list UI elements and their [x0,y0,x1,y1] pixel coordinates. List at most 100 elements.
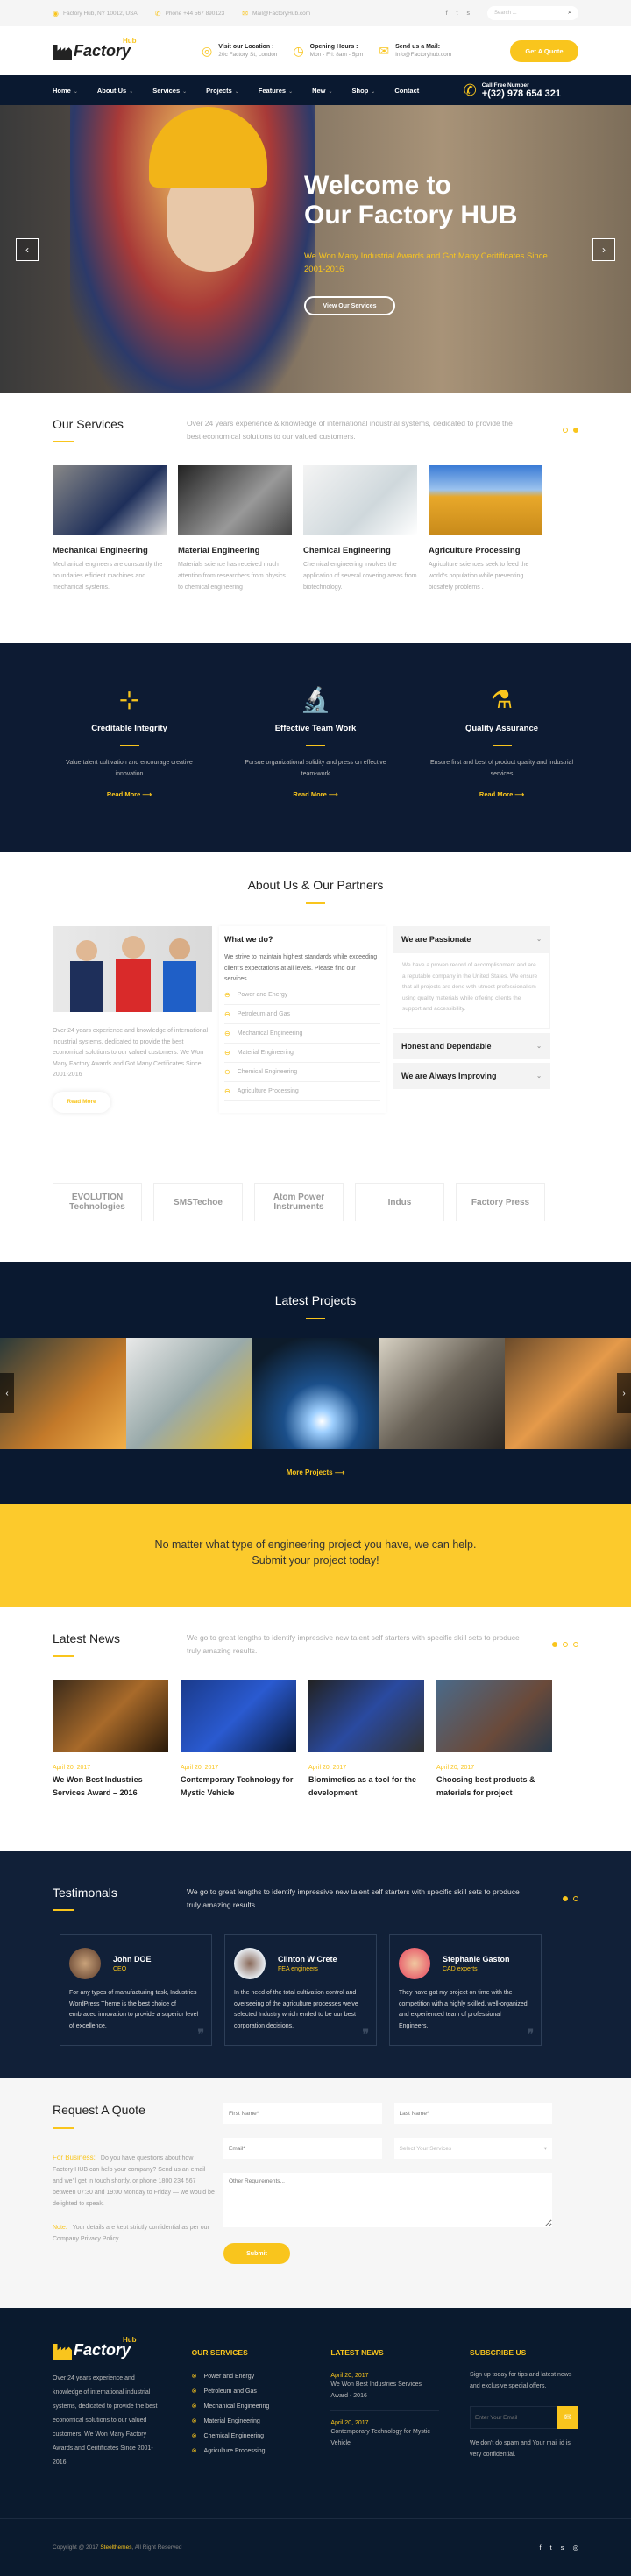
subscribe-button[interactable]: ✉ [557,2406,579,2429]
pager-dot[interactable] [563,1642,568,1647]
get-a-quote-button[interactable]: Get A Quote [510,39,578,62]
nav-item-contact[interactable]: Contact [394,87,419,95]
requirements-textarea[interactable] [223,2173,552,2227]
skype-icon[interactable]: s [467,11,471,17]
service-list-item[interactable]: ⊖ Power and Energy [224,986,380,1005]
service-list-item[interactable]: ⊖ Agriculture Processing [224,1082,380,1101]
footer-service-link[interactable]: ⊗ Agriculture Processing [192,2444,301,2459]
pager-dot-active[interactable] [573,428,578,433]
service-image[interactable] [429,465,542,535]
twitter-icon[interactable]: t [550,2544,552,2551]
nav-item-services[interactable]: Services ⌄ [152,87,187,95]
news-title[interactable]: Biomimetics as a tool for the developmen… [308,1773,424,1800]
email-text[interactable]: Mail@FactoryHub.com [252,11,310,17]
skype-icon[interactable]: s [561,2544,564,2551]
service-list-item[interactable]: ⊖ Mechanical Engineering [224,1024,380,1044]
service-title[interactable]: Mechanical Engineering [53,546,167,556]
service-image[interactable] [178,465,292,535]
partner-logo[interactable]: Factory Press [456,1183,545,1221]
nav-item-home[interactable]: Home ⌄ [53,87,78,95]
read-more-link[interactable]: Read More ⟶ [479,790,524,798]
accordion-item-improving[interactable]: We are Always Improving ⌄ [393,1062,550,1089]
service-title[interactable]: Agriculture Processing [429,546,542,556]
project-image[interactable] [505,1338,631,1449]
news-image[interactable] [436,1680,552,1752]
mail-value[interactable]: Info@Factoryhub.com [395,52,451,58]
projects-prev-arrow[interactable]: ‹ [0,1373,14,1413]
call-number[interactable]: +(32) 978 654 321 [482,88,561,99]
news-title[interactable]: Contemporary Technology for Mystic Vehic… [181,1773,296,1800]
facebook-icon[interactable]: f [446,11,448,17]
service-title[interactable]: Material Engineering [178,546,292,556]
copyright-brand-link[interactable]: Steelthemes [100,2544,131,2551]
services-select[interactable]: Select Your Services ▾ [393,2138,552,2159]
nav-item-shop[interactable]: Shop ⌄ [352,87,376,95]
pager-dot[interactable] [563,428,568,433]
partner-logo[interactable]: SMSTechoe [153,1183,243,1221]
news-image[interactable] [181,1680,296,1752]
accordion-item-honest[interactable]: Honest and Dependable ⌄ [393,1032,550,1059]
service-card[interactable]: Material Engineering Materials science ha… [178,465,292,593]
project-image[interactable] [379,1338,505,1449]
footer-service-link[interactable]: ⊗ Mechanical Engineering [192,2399,301,2414]
pager-dot[interactable] [573,1896,578,1901]
nav-item-new[interactable]: New ⌄ [312,87,332,95]
service-list-item[interactable]: ⊖ Petroleum and Gas [224,1005,380,1024]
partner-logo[interactable]: Atom Power Instruments [254,1183,344,1221]
news-image[interactable] [53,1680,168,1752]
service-list-item[interactable]: ⊖ Material Engineering [224,1044,380,1063]
project-image[interactable] [126,1338,252,1449]
nav-item-projects[interactable]: Projects ⌄ [206,87,239,95]
news-title[interactable]: Choosing best products & materials for p… [436,1773,552,1800]
news-card[interactable]: April 20, 2017 Biomimetics as a tool for … [308,1680,424,1800]
partner-logo[interactable]: Indus [355,1183,444,1221]
service-card[interactable]: Chemical Engineering Chemical engineering… [303,465,417,593]
footer-service-link[interactable]: ⊗ Chemical Engineering [192,2429,301,2444]
pager-dot[interactable] [573,1642,578,1647]
view-services-button[interactable]: View Our Services [304,296,395,315]
service-card[interactable]: Agriculture Processing Agriculture scienc… [429,465,542,593]
subscribe-email-input[interactable] [470,2406,558,2429]
service-card[interactable]: Mechanical Engineering Mechanical enginee… [53,465,167,593]
footer-logo[interactable]: Factory Hub [53,2336,149,2360]
topbar-email[interactable]: ✉ Mail@FactoryHub.com [242,10,310,18]
hero-prev-arrow[interactable]: ‹ [16,238,39,261]
pager-dot-active[interactable] [552,1642,557,1647]
footer-news-link[interactable]: Contemporary Technology for Mystic Vehic… [330,2426,439,2449]
first-name-field[interactable] [223,2103,382,2124]
instagram-icon[interactable]: ◎ [572,2544,578,2551]
service-image[interactable] [303,465,417,535]
search-input[interactable]: Search ... ⌕ [487,6,578,20]
footer-service-link[interactable]: ⊗ Petroleum and Gas [192,2384,301,2399]
read-more-button[interactable]: Read More [53,1091,110,1113]
footer-service-link[interactable]: ⊗ Material Engineering [192,2414,301,2429]
hero-next-arrow[interactable]: › [592,238,615,261]
logo[interactable]: Factory Hub [53,37,149,60]
news-card[interactable]: April 20, 2017 Contemporary Technology fo… [181,1680,296,1800]
projects-next-arrow[interactable]: › [617,1373,631,1413]
twitter-icon[interactable]: t [457,11,458,17]
last-name-field[interactable] [393,2103,552,2124]
news-title[interactable]: We Won Best Industries Services Award – … [53,1773,168,1800]
call-free-number[interactable]: ✆ Call Free Number +(32) 978 654 321 [464,81,578,100]
news-card[interactable]: April 20, 2017 Choosing best products & m… [436,1680,552,1800]
more-projects-link[interactable]: More Projects ⟶ [0,1468,631,1476]
read-more-link[interactable]: Read More ⟶ [293,790,337,798]
partner-logo[interactable]: EVOLUTION Technologies [53,1183,142,1221]
service-list-item[interactable]: ⊖ Chemical Engineering [224,1063,380,1082]
accordion-item-passionate[interactable]: We are Passionate ⌄ [393,926,550,952]
project-image[interactable] [252,1338,379,1449]
pager-dot-active[interactable] [563,1896,568,1901]
footer-news-link[interactable]: We Won Best Industries Services Award - … [330,2379,439,2402]
read-more-link[interactable]: Read More ⟶ [107,790,152,798]
footer-service-link[interactable]: ⊗ Power and Energy [192,2369,301,2384]
search-icon[interactable]: ⌕ [568,10,571,17]
email-field[interactable] [223,2138,382,2159]
facebook-icon[interactable]: f [540,2544,542,2551]
news-image[interactable] [308,1680,424,1752]
project-image[interactable] [0,1338,126,1449]
service-image[interactable] [53,465,167,535]
nav-item-about-us[interactable]: About Us ⌄ [97,87,133,95]
submit-button[interactable]: Submit [223,2243,290,2264]
service-title[interactable]: Chemical Engineering [303,546,417,556]
